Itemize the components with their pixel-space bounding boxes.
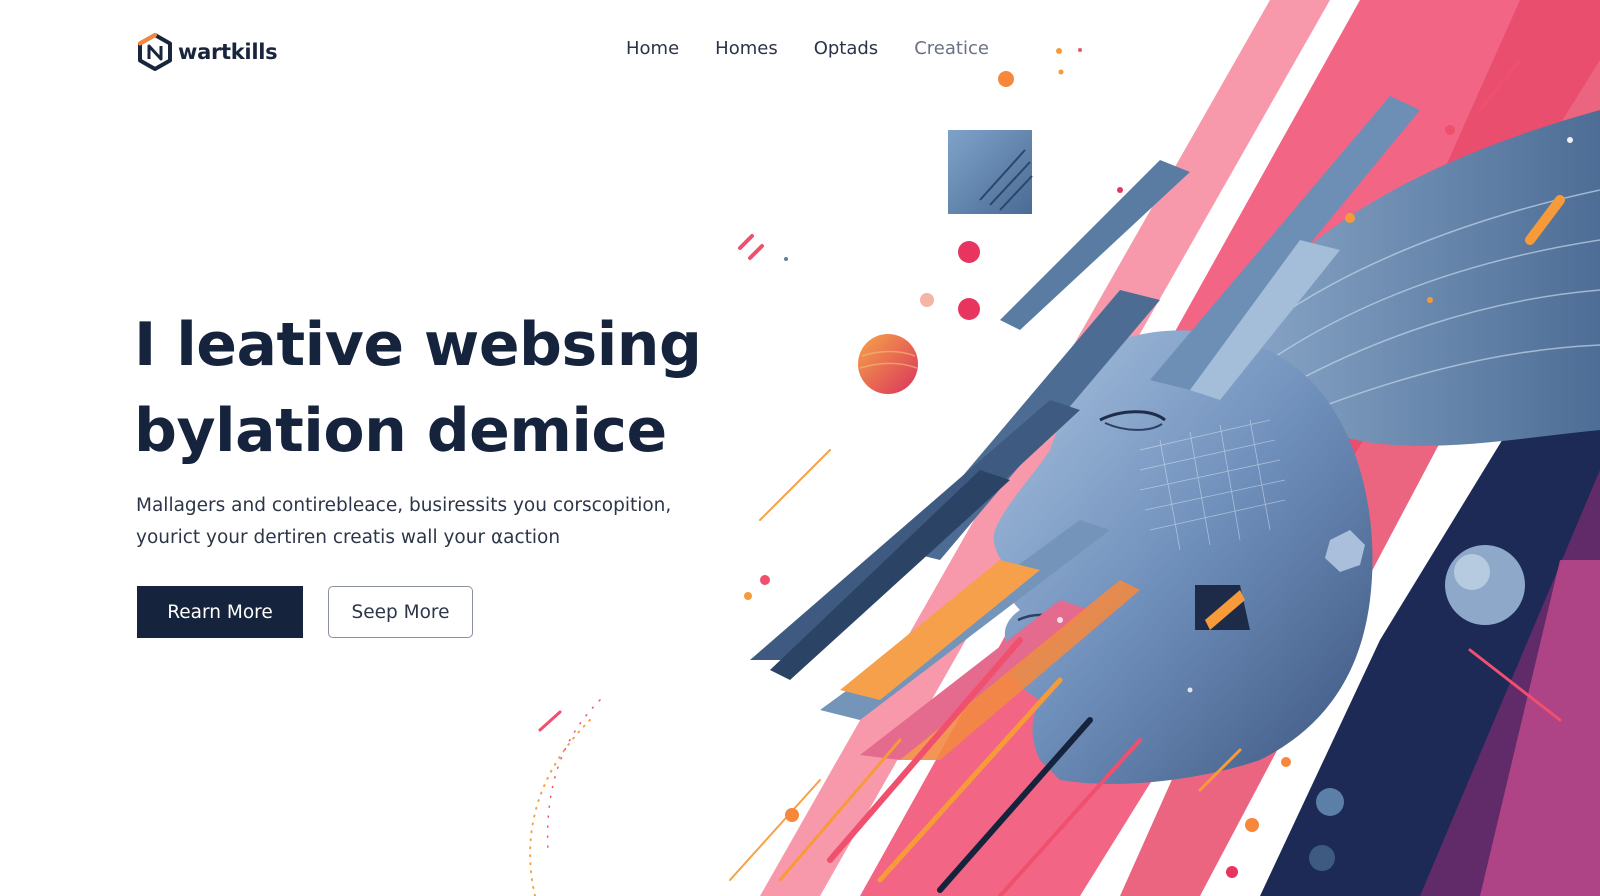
hero-subtext: Mallagers and contirebleace, busiressits… [136, 490, 671, 554]
brand-logo[interactable]: wartkills [136, 32, 278, 72]
hero-headline: I leative websing bylation demice [134, 302, 702, 474]
hexagon-monogram-icon [138, 33, 172, 71]
nav-item-homes[interactable]: Homes [715, 38, 778, 59]
nav-item-home[interactable]: Home [626, 38, 679, 59]
hero-subtext-line2: youriсt your dertiren creatis wall your … [136, 527, 561, 548]
rearn-more-button[interactable]: Rearn More [137, 586, 303, 638]
seep-more-button[interactable]: Seep More [328, 586, 473, 638]
nav-item-optads[interactable]: Optads [814, 38, 879, 59]
brand-name: wartkills [178, 40, 278, 64]
main-nav: Home Homes Optads Creatice [626, 38, 989, 59]
hero-headline-line1: I leative websing [134, 310, 702, 380]
hero-subtext-line1: Mallagers and contirebleace, busiressits… [136, 495, 672, 516]
hero-headline-line2: bylation demice [134, 396, 667, 466]
landing-page: wartkills Home Homes Optads Creatice I l… [0, 0, 1600, 896]
nav-item-creatice[interactable]: Creatice [914, 38, 989, 59]
